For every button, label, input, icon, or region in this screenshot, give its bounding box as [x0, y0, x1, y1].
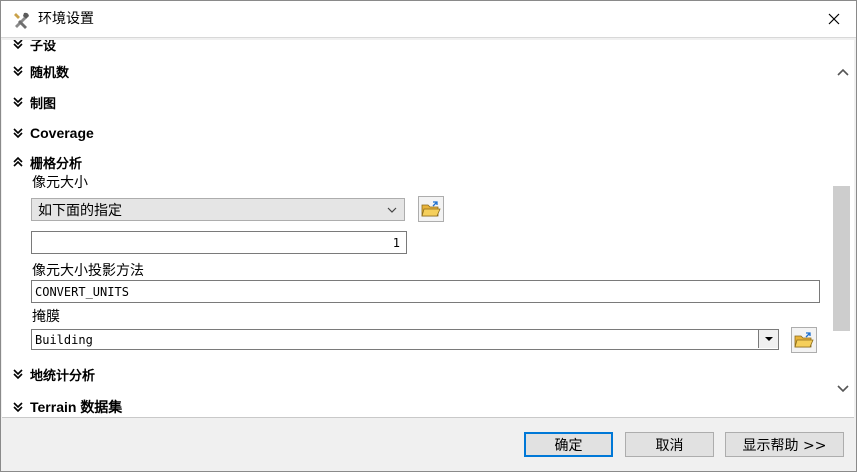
cell-size-selected-value: 如下面的指定: [38, 202, 122, 219]
section-header-raster-analysis[interactable]: 栅格分析: [12, 152, 82, 172]
projection-method-input[interactable]: CONVERT_UNITS: [31, 280, 820, 303]
mask-dropdown-button[interactable]: [758, 330, 778, 348]
mask-browse-button[interactable]: [791, 327, 817, 353]
cell-size-value-input[interactable]: 1: [31, 231, 407, 254]
cell-size-label: 像元大小: [32, 175, 88, 191]
close-button[interactable]: [812, 1, 856, 37]
section-label: Terrain 数据集: [30, 399, 123, 415]
mask-label: 掩膜: [32, 309, 60, 325]
dropdown-arrow-icon: [764, 337, 773, 341]
section-header-terrain[interactable]: Terrain 数据集: [12, 397, 122, 417]
scroll-down-icon[interactable]: [836, 383, 850, 395]
cancel-button[interactable]: 取消: [625, 432, 714, 457]
section-label: Coverage: [30, 125, 94, 141]
close-icon: [828, 13, 840, 25]
double-chevron-down-icon: [13, 97, 23, 108]
ok-button[interactable]: 确定: [524, 432, 613, 457]
section-header-random[interactable]: 随机数: [12, 61, 69, 81]
title-bar: 环境设置: [1, 1, 856, 38]
section-label: 制图: [30, 96, 57, 112]
environment-settings-dialog: 环境设置 子设 随机数 制图 Coverage 栅格分析 像元大小 如下面的指定…: [0, 0, 857, 472]
double-chevron-down-icon: [13, 402, 23, 413]
vertical-scrollbar[interactable]: [831, 54, 853, 405]
mask-value: Building: [35, 332, 93, 347]
scroll-up-icon[interactable]: [836, 66, 850, 78]
projection-method-label: 像元大小投影方法: [32, 263, 144, 279]
section-header-cutoff[interactable]: 子设: [12, 40, 56, 54]
open-folder-icon: [794, 332, 814, 348]
projection-method-value: CONVERT_UNITS: [35, 284, 129, 299]
chevron-down-icon: [387, 207, 397, 213]
double-chevron-down-icon: [13, 66, 23, 77]
show-help-button[interactable]: 显示帮助 >>: [725, 432, 844, 457]
double-chevron-down-icon: [13, 369, 23, 380]
window-title: 环境设置: [38, 11, 94, 27]
section-label: 随机数: [30, 65, 70, 81]
mask-combobox[interactable]: Building: [31, 329, 779, 350]
section-label: 子设: [30, 40, 57, 54]
settings-scroll-panel[interactable]: 子设 随机数 制图 Coverage 栅格分析 像元大小 如下面的指定 1 像元…: [2, 40, 854, 418]
section-header-geostatistical[interactable]: 地统计分析: [12, 364, 95, 384]
cell-size-value: 1: [392, 235, 400, 250]
cell-size-select[interactable]: 如下面的指定: [31, 198, 405, 221]
double-chevron-up-icon: [13, 156, 23, 167]
section-label: 地统计分析: [30, 368, 96, 384]
section-label: 栅格分析: [30, 156, 83, 172]
open-folder-icon: [421, 201, 441, 217]
double-chevron-down-icon: [13, 40, 23, 50]
section-header-coverage[interactable]: Coverage: [12, 123, 94, 143]
cell-size-browse-button[interactable]: [418, 196, 444, 222]
scrollbar-thumb[interactable]: [833, 186, 850, 331]
section-header-cartography[interactable]: 制图: [12, 92, 56, 112]
tools-icon: [14, 12, 29, 29]
double-chevron-down-icon: [13, 128, 23, 139]
